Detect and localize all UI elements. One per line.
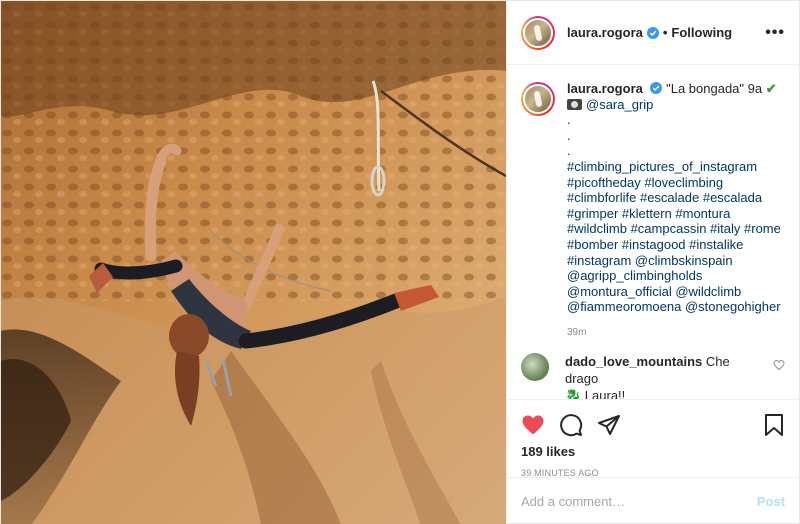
climbing-photo bbox=[1, 1, 506, 524]
comment-icon[interactable] bbox=[559, 413, 583, 437]
verified-icon bbox=[646, 26, 659, 39]
share-icon[interactable] bbox=[597, 413, 621, 437]
comment-username[interactable]: dado_love_mountains bbox=[565, 354, 702, 369]
bookmark-icon[interactable] bbox=[763, 413, 785, 437]
hashtag-line[interactable]: #grimper #klettern #montura bbox=[567, 206, 785, 222]
post-comment-button[interactable]: Post bbox=[757, 494, 785, 509]
caption-username[interactable]: laura.rogora bbox=[567, 81, 643, 96]
avatar bbox=[523, 17, 553, 48]
caption-dot: . bbox=[567, 112, 571, 128]
caption-dot: . bbox=[567, 143, 571, 159]
post-photo[interactable] bbox=[1, 1, 506, 524]
action-bar: 189 likes 39 minutes ago bbox=[507, 399, 799, 478]
post-header: laura.rogora • Following ••• bbox=[507, 1, 799, 65]
like-comment-heart-icon[interactable] bbox=[773, 359, 785, 371]
credit-mention[interactable]: @sara_grip bbox=[586, 97, 653, 112]
separator-dot: • bbox=[662, 25, 668, 40]
hashtag-line[interactable]: #instagram @climbskinspain bbox=[567, 253, 785, 269]
action-icons bbox=[521, 408, 785, 442]
verified-icon bbox=[650, 82, 663, 94]
instagram-post: laura.rogora • Following ••• laura.rogor… bbox=[0, 0, 800, 524]
commenter-avatar[interactable] bbox=[521, 352, 549, 381]
caption-title: "La bongada" 9a bbox=[666, 81, 763, 96]
caption-avatar-ring[interactable] bbox=[521, 82, 555, 116]
hashtag-line[interactable]: #bomber #instagood #instalike bbox=[567, 237, 785, 253]
comment: dado_love_mountains Che drago 🐉 Laura!! bbox=[521, 352, 785, 400]
profile-avatar-ring[interactable] bbox=[521, 15, 555, 50]
hashtag-line[interactable]: @agripp_climbingholds bbox=[567, 268, 785, 284]
header-username[interactable]: laura.rogora bbox=[567, 25, 643, 40]
check-icon: ✔ bbox=[765, 81, 777, 96]
hashtag-line[interactable]: #picoftheday #loveclimbing bbox=[567, 175, 785, 191]
post-side-panel: laura.rogora • Following ••• laura.rogor… bbox=[506, 1, 799, 524]
more-options-icon[interactable]: ••• bbox=[765, 24, 785, 42]
hashtag-line[interactable]: @montura_official @wildclimb bbox=[567, 284, 785, 300]
likes-count[interactable]: 189 likes bbox=[521, 444, 785, 459]
camera-icon bbox=[567, 98, 582, 110]
comments-section: laura.rogora "La bongada" 9a ✔ @sara_gri… bbox=[507, 65, 799, 399]
avatar bbox=[523, 84, 553, 114]
comment-body: dado_love_mountains Che drago 🐉 Laura!! bbox=[565, 353, 765, 400]
caption-body: laura.rogora "La bongada" 9a ✔ @sara_gri… bbox=[567, 81, 785, 341]
add-comment-bar: Post bbox=[507, 477, 799, 524]
hashtag-line[interactable]: #climbing_pictures_of_instagram bbox=[567, 159, 785, 175]
hashtag-line[interactable]: #climbforlife #escalade #escalada bbox=[567, 190, 785, 206]
hashtag-line[interactable]: #wildclimb #campcassin #italy #rome bbox=[567, 221, 785, 237]
hashtag-line[interactable]: @fiammeoromoena @stonegohigher bbox=[567, 299, 785, 315]
caption-dot: . bbox=[567, 127, 571, 143]
comment-text-line2: 🐉 Laura!! bbox=[565, 387, 626, 400]
caption-time[interactable]: 39m bbox=[567, 325, 785, 341]
following-button[interactable]: Following bbox=[671, 25, 732, 40]
caption: laura.rogora "La bongada" 9a ✔ @sara_gri… bbox=[521, 81, 785, 341]
like-heart-icon[interactable] bbox=[521, 413, 545, 437]
add-comment-input[interactable] bbox=[521, 494, 757, 509]
